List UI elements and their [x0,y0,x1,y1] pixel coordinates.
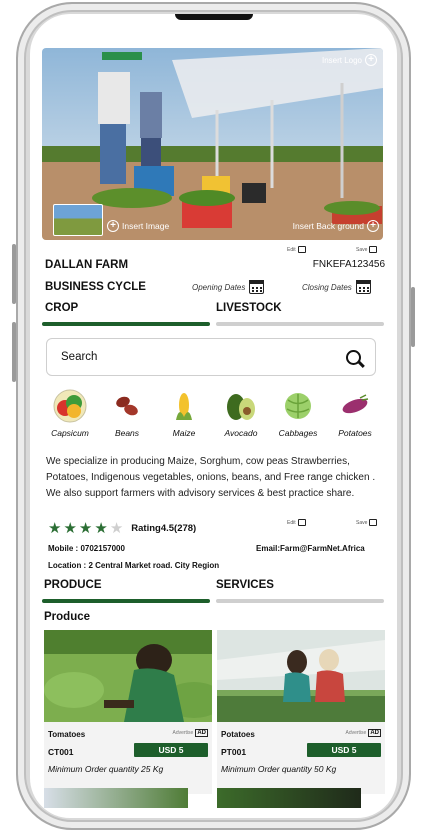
tab-produce-indicator [42,599,210,603]
avocado-icon [224,390,258,422]
maize-icon [173,390,195,422]
tab-services[interactable]: SERVICES [216,579,274,591]
edit-icon [297,246,306,253]
product-card-partial[interactable] [44,788,188,808]
crop-item-beans[interactable]: Beans [99,390,155,438]
rating: ★ ★ ★ ★ ★ Rating4.5(278) [48,519,196,537]
crop-label: Beans [114,428,140,438]
save-label: Save [356,246,368,253]
product-card[interactable]: Potatoes Advertise AD PT001 USD 5 Minimu… [217,630,385,794]
insert-background-label: Insert Back ground [292,221,364,231]
opening-dates-button[interactable]: Opening Dates [192,280,265,294]
edit-label: Edit [287,246,296,253]
insert-logo-label: Insert Logo [321,55,362,65]
edit-button-2[interactable]: Edit [287,519,306,526]
tab-livestock[interactable]: LIVESTOCK [216,302,282,314]
mobile-text: Mobile : 0702157000 [48,544,125,553]
star-icon: ★ [78,520,93,537]
price-badge[interactable]: USD 5 [134,743,208,757]
save-button-2[interactable]: Save [356,519,378,526]
beans-icon [112,390,142,422]
crop-item-capsicum[interactable]: Capsicum [42,389,98,438]
volume-button [12,244,16,304]
product-card[interactable]: Tomatoes Advertise AD CT001 USD 5 Minimu… [44,630,212,794]
product-card-partial-2[interactable] [217,788,361,808]
crop-categories: Capsicum Beans Maize Avocado Cabbages Po… [42,389,383,438]
crop-item-avocado[interactable]: Avocado [213,390,269,438]
potato-icon [340,390,370,422]
rating-label: Rating4.5(278) [131,522,197,534]
product-name: Potatoes [221,730,255,739]
crop-label: Avocado [224,428,258,438]
search-input[interactable]: Search [61,351,97,363]
insert-image-label: Insert Image [122,221,170,231]
download-icon [369,246,378,253]
crop-item-maize[interactable]: Maize [156,390,212,438]
star-icon: ★ [94,520,108,537]
tab-crop-indicator [42,322,210,326]
tab-livestock-indicator [216,322,384,326]
app-screen: Insert Logo + + Insert Image Insert Back… [30,14,397,818]
closing-dates-button[interactable]: Closing Dates [302,280,371,294]
download-icon [369,519,378,526]
star-icon: ★ [48,520,62,537]
location-text: Location : 2 Central Market road. City R… [48,561,220,570]
thumbnail-image[interactable] [53,204,103,236]
ad-icon: AD [195,729,208,737]
edit-icon [297,519,306,526]
product-image [44,630,212,722]
farm-code: FNKEFA123456 [312,259,385,270]
advertise-button[interactable]: Advertise AD [345,729,381,737]
tab-crop[interactable]: CROP [45,302,78,314]
capsicum-icon [53,389,87,423]
product-code: PT001 [221,747,247,757]
advertise-label: Advertise [172,730,194,736]
plus-icon: + [365,54,377,66]
insert-background-button[interactable]: Insert Back ground + [293,220,379,232]
advertise-button[interactable]: Advertise AD [172,729,208,737]
closing-dates-label: Closing Dates [302,282,352,292]
crop-item-potatoes[interactable]: Potatoes [327,390,383,438]
plus-icon: + [107,220,119,232]
star-icon: ★ [63,520,77,537]
hero-banner: Insert Logo + + Insert Image Insert Back… [42,48,383,240]
advertise-label: Advertise [345,730,367,736]
edit-label: Edit [287,519,296,526]
save-button[interactable]: Save [356,246,378,253]
product-image [217,630,385,722]
ad-icon: AD [368,729,381,737]
plus-icon: + [367,220,379,232]
insert-logo-button[interactable]: Insert Logo + [322,54,377,66]
power-button [411,287,415,347]
price-badge[interactable]: USD 5 [307,743,381,757]
search-icon[interactable] [346,349,361,365]
crop-label: Capsicum [51,428,89,438]
tab-services-indicator [216,599,384,603]
calendar-icon [249,280,265,294]
farm-description: We specialize in producing Maize, Sorghu… [46,456,376,499]
crop-label: Cabbages [278,428,318,438]
save-label: Save [356,519,368,526]
search-bar[interactable]: Search [46,338,376,376]
insert-image-button[interactable]: + Insert Image [107,220,169,232]
email-text: Email:Farm@FarmNet.Africa [256,544,365,553]
tab-produce[interactable]: PRODUCE [44,579,102,591]
min-order-text: Minimum Order quantity 50 Kg [221,764,337,774]
crop-item-cabbages[interactable]: Cabbages [270,390,326,438]
star-empty-icon: ★ [109,520,124,537]
calendar-icon [355,280,371,294]
section-title: Produce [44,611,91,623]
min-order-text: Minimum Order quantity 25 Kg [48,764,164,774]
crop-label: Maize [172,428,196,438]
product-code: CT001 [48,747,74,757]
edit-button[interactable]: Edit [287,246,306,253]
crop-label: Potatoes [338,428,372,438]
opening-dates-label: Opening Dates [192,282,246,292]
notch [175,14,253,20]
product-name: Tomatoes [48,730,86,739]
cabbage-icon [282,390,314,422]
business-cycle-label: BUSINESS CYCLE [45,281,146,293]
farm-name: DALLAN FARM [45,259,129,271]
volume-button-2 [12,322,16,382]
